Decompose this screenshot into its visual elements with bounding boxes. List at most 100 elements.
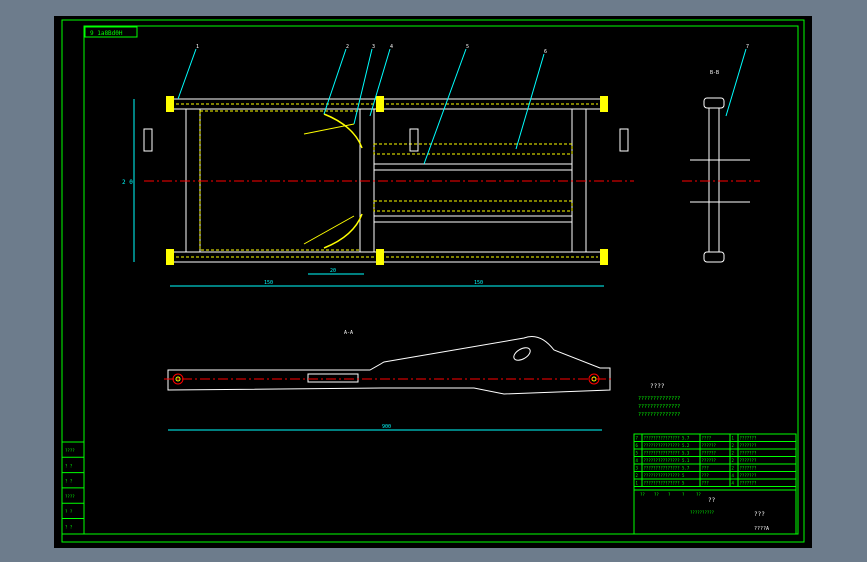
parts-cell-qty: 4 [732,481,735,486]
revision-strip-cell: ? ? [65,509,73,514]
lug-left-top [143,128,153,152]
parts-cell-qty: 4 [732,473,735,478]
balloon-5: 5 [466,44,469,50]
balloon-1: 1 [196,44,199,50]
aa-arm-slot [513,347,531,361]
leader-7 [725,48,747,117]
parts-cell-name: ?????? [702,458,717,463]
elevation-view-aa: A-A 900 [164,330,614,431]
tech-line-2: ?????????????? [638,404,680,410]
title-sheet: ????A [754,526,769,532]
parts-cell-mat: ??????? [740,473,757,478]
sheet-inner-border [83,25,799,535]
parts-cell-mat: ??????? [740,451,757,456]
revision-strip-cell: ? ? [65,463,73,468]
title-header-cell: ?? [640,492,645,497]
revision-strip-cell: ? ? [65,525,73,530]
parts-cell-mat: ??????? [740,466,757,471]
leader-1 [177,48,197,100]
parts-cell-code: ??????????????? 5.1 [644,458,690,463]
revision-strip-cell: ? ? [65,479,73,484]
lug-mid-top [409,128,419,152]
aa-arm-outline [167,336,611,395]
parts-cell-name: ??? [702,466,710,471]
lower-brace-edge [303,215,355,245]
cad-viewport[interactable]: 9 1a8Bd0H 2 0 150 150 20 1 2 3 4 5 6 7 B… [54,16,812,548]
parts-cell-name: ???? [702,436,712,441]
parts-cell-code: ??????????????? 5.7 [644,436,690,441]
parts-cell-code: ??????????????? 5.2 [644,443,690,448]
lower-crossmember-edge [373,215,573,223]
aa-overall-dim-value: 900 [382,424,391,430]
parts-cell-no: 3 [636,466,639,471]
revision-strip: ???? ? ? ? ????? ? ? ? ? [61,441,85,535]
leader-6 [515,53,545,150]
corner-bolt-bl [166,249,174,265]
title-header-cell: ? [682,492,685,497]
tech-line-1: ?????????????? [638,396,680,402]
parts-cell-qty: 2 [732,466,735,471]
title-part-name: ??? [754,511,765,518]
revision-strip-cell: ???? [65,448,75,453]
leader-3 [353,48,373,125]
parts-cell-no: 2 [636,473,639,478]
revision-strip-cell: ???? [65,494,75,499]
view-bb-label: B-B [710,70,719,76]
upper-brace-edge [303,123,355,135]
side-view-bb: B-B [682,70,760,263]
dim-height: 2 0 [122,179,133,186]
upper-brace [323,113,363,149]
parts-cell-mat: ??????? [740,458,757,463]
lower-crossmember [373,200,573,212]
balloon-3: 3 [372,44,375,50]
balloon-2: 2 [346,44,349,50]
lug-right-top [619,128,629,152]
tech-line-3: ?????????????? [638,412,680,418]
plan-view: 2 0 150 150 20 [122,96,634,287]
parts-cell-name: ?????? [702,451,717,456]
parts-cell-no: 6 [636,443,639,448]
balloon-6: 6 [544,49,547,55]
title-tag: 9 1a8Bd0H [90,30,123,37]
parts-cell-qty: 2 [732,458,735,463]
parts-cell-code: ??????????????? 5.7 [644,466,690,471]
bb-bottom-cap [703,251,725,263]
title-header-cell: ?? [696,492,701,497]
parts-cell-name: ?????? [702,443,717,448]
tech-requirements: ???? ?????????????? ?????????????? ?????… [638,383,680,418]
bb-top-cap [703,97,725,109]
parts-cell-code: ??????????????? 5 [644,473,686,478]
upper-crossmember-edge [373,163,573,171]
balloon-7: 7 [746,44,749,50]
parts-cell-mat: ??????? [740,443,757,448]
leader-5 [423,48,467,165]
dim-bottom-right: 150 [474,280,483,286]
corner-bolt-tl [166,96,174,112]
mid-bolt-bottom [376,249,384,265]
parts-cell-qty: 2 [732,443,735,448]
parts-cell-name: ??? [702,481,710,486]
parts-cell-no: 1 [636,481,639,486]
parts-cell-qty: 2 [732,451,735,456]
dim-bottom-left: 150 [264,280,273,286]
parts-cell-no: 7 [636,436,639,441]
corner-bolt-br [600,249,608,265]
corner-bolt-tr [600,96,608,112]
parts-cell-code: ??????????????? 5.3 [644,451,690,456]
balloon-4: 4 [390,44,393,50]
parts-cell-mat: ??????? [740,481,757,486]
title-block: ?? ??? ?????????? ????A ???????? [634,489,796,532]
lower-brace [323,213,363,249]
dim-mid: 20 [330,268,336,274]
tech-heading: ???? [650,383,665,390]
parts-cell-no: 4 [636,458,639,463]
view-aa-label: A-A [344,330,353,336]
parts-cell-code: ??????????????? 5 [644,481,686,486]
title-drawing-no: ?????????? [690,510,715,515]
cad-drawing-canvas[interactable]: 9 1a8Bd0H 2 0 150 150 20 1 2 3 4 5 6 7 B… [54,16,812,548]
parts-cell-name: ??? [702,473,710,478]
title-header-cell: ?? [654,492,659,497]
parts-cell-qty: 1 [732,436,735,441]
title-header-cell: ? [668,492,671,497]
parts-cell-no: 5 [636,451,639,456]
